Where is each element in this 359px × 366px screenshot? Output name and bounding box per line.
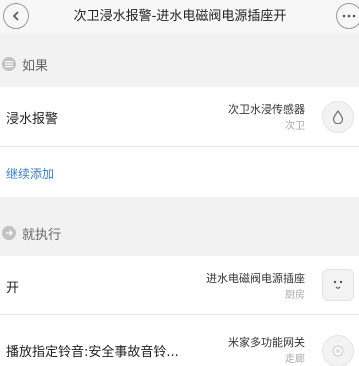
then-section-header: 就执行 xyxy=(0,219,359,247)
more-button[interactable] xyxy=(336,3,359,29)
water-drop-icon xyxy=(322,101,354,133)
action-row[interactable]: 播放指定铃音:安全事故音铃... 米家多功能网关 走廊 xyxy=(0,315,359,366)
condition-room: 次卫 xyxy=(285,121,305,132)
add-condition-link[interactable]: 继续添加 xyxy=(6,165,54,182)
arrow-right-icon xyxy=(2,226,16,240)
action-device: 米家多功能网关 xyxy=(228,336,305,349)
add-condition-row[interactable]: 继续添加 xyxy=(0,147,359,197)
condition-device: 次卫水浸传感器 xyxy=(228,103,305,116)
condition-row[interactable]: 浸水报警 次卫水浸传感器 次卫 xyxy=(0,87,359,146)
action-name: 播放指定铃音:安全事故音铃... xyxy=(6,345,179,360)
action-room: 厨房 xyxy=(285,290,305,301)
chevron-left-icon xyxy=(12,11,19,21)
gateway-icon xyxy=(322,335,354,366)
more-dots-icon xyxy=(342,14,356,18)
page-title: 次卫浸水报警-进水电磁阀电源插座开 xyxy=(73,9,287,24)
action-row[interactable]: 开 进水电磁阀电源插座 厨房 xyxy=(0,256,359,314)
condition-name: 浸水报警 xyxy=(6,112,59,127)
then-section-label: 就执行 xyxy=(22,227,62,243)
action-name: 开 xyxy=(6,281,20,296)
action-room: 走廊 xyxy=(285,354,305,365)
list-icon xyxy=(2,57,16,71)
if-section-header: 如果 xyxy=(0,50,359,78)
action-device: 进水电磁阀电源插座 xyxy=(206,272,305,285)
top-bar: 次卫浸水报警-进水电磁阀电源插座开 xyxy=(0,0,359,34)
power-socket-icon xyxy=(322,269,354,301)
if-section-label: 如果 xyxy=(22,58,49,74)
back-button[interactable] xyxy=(3,3,29,29)
